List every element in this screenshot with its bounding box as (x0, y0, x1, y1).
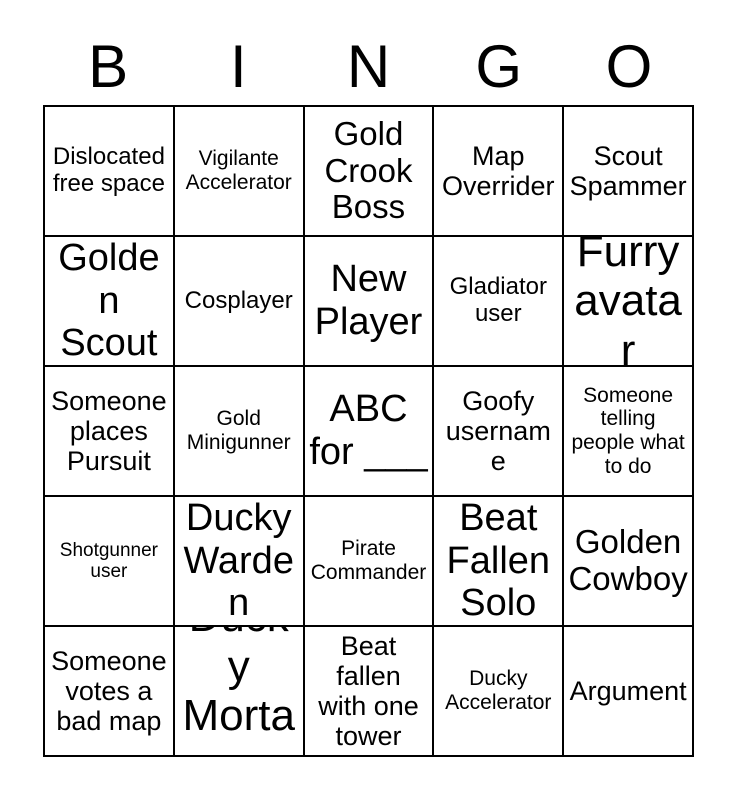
bingo-header-letter-o: O (605, 32, 653, 100)
bingo-cell-r4c3[interactable]: Pirate Commander (304, 497, 435, 627)
bingo-cell-r1c2[interactable]: Vigilante Accelerator (174, 107, 305, 237)
bingo-cell-r3c4[interactable]: Goofy username (434, 367, 565, 497)
bingo-cell-r4c2[interactable]: Ducky Warden (174, 497, 305, 627)
bingo-cell-r2c3[interactable]: New Player (304, 237, 435, 367)
bingo-cell-r5c1[interactable]: Someone votes a bad map (45, 627, 175, 757)
bingo-cell-label: Someone telling people what to do (571, 383, 685, 478)
bingo-cell-label: Gladiator user (449, 273, 547, 327)
bingo-cell-r5c3[interactable]: Beat fallen with one tower (304, 627, 435, 757)
bingo-cell-label: Argument (569, 675, 687, 706)
bingo-cell-r3c3[interactable]: ABC for ___ (304, 367, 435, 497)
bingo-header-letter-g: G (475, 32, 523, 100)
bingo-cell-r2c2[interactable]: Cosplayer (174, 237, 305, 367)
bingo-cell-label: Someone votes a bad map (51, 645, 167, 737)
bingo-cell-r4c1[interactable]: Shotgunner user (45, 497, 175, 627)
bingo-cell-label: Ducky Mortar (182, 627, 295, 755)
bingo-cell-label: New Player (314, 258, 423, 343)
bingo-cell-r3c2[interactable]: Gold Minigunner (174, 367, 305, 497)
bingo-cell-label: Cosplayer (184, 286, 293, 314)
bingo-cell-r3c5[interactable]: Someone telling people what to do (564, 367, 694, 497)
bingo-cell-label: Beat Fallen Solo (446, 497, 551, 625)
bingo-cell-r1c4[interactable]: Map Overrider (434, 107, 565, 237)
bingo-card: B I N G O Dislocated free space Vigilante… (0, 0, 736, 800)
bingo-header-letter-i: I (229, 32, 247, 100)
bingo-cell-r2c4[interactable]: Gladiator user (434, 237, 565, 367)
bingo-cell-label: Golden Cowboy (568, 523, 688, 597)
bingo-cell-label: Goofy username (445, 385, 551, 477)
bingo-cell-r5c2[interactable]: Ducky Mortar (174, 627, 305, 757)
bingo-cell-r1c1[interactable]: Dislocated free space (45, 107, 175, 237)
bingo-cell-label: Furry avatar (574, 237, 682, 367)
bingo-cell-r2c1[interactable]: Golden Scout (45, 237, 175, 367)
bingo-header-letter-b: B (88, 32, 129, 100)
bingo-cell-label: Vigilante Accelerator (185, 147, 292, 194)
bingo-cell-label: Beat fallen with one tower (318, 630, 419, 752)
bingo-grid: Dislocated free space Vigilante Accelerat… (43, 105, 694, 757)
bingo-cell-label: Pirate Commander (310, 537, 427, 584)
bingo-cell-r4c5[interactable]: Golden Cowboy (564, 497, 694, 627)
bingo-cell-r1c5[interactable]: Scout Spammer (564, 107, 694, 237)
bingo-cell-label: Ducky Warden (183, 497, 294, 625)
bingo-cell-label: Gold Crook Boss (324, 114, 413, 226)
bingo-cell-label: Someone places Pursuit (51, 385, 167, 477)
bingo-header-row: B I N G O (43, 28, 694, 105)
bingo-cell-r1c3[interactable]: Gold Crook Boss (304, 107, 435, 237)
bingo-cell-label: Gold Minigunner (186, 407, 291, 454)
bingo-cell-label: Map Overrider (442, 140, 555, 201)
bingo-cell-r5c4[interactable]: Ducky Accelerator (434, 627, 565, 757)
bingo-cell-label: Scout Spammer (569, 140, 687, 201)
bingo-cell-label: Dislocated free space (52, 143, 165, 197)
bingo-cell-label: Ducky Accelerator (445, 667, 552, 714)
bingo-cell-r4c4[interactable]: Beat Fallen Solo (434, 497, 565, 627)
bingo-cell-r2c5[interactable]: Furry avatar (564, 237, 694, 367)
bingo-cell-label: ABC for ___ (309, 388, 428, 473)
bingo-cell-label: Golden Scout (58, 237, 160, 365)
bingo-cell-r3c1[interactable]: Someone places Pursuit (45, 367, 175, 497)
bingo-header-letter-n: N (346, 32, 391, 100)
bingo-cell-r5c5[interactable]: Argument (564, 627, 694, 757)
bingo-cell-label: Shotgunner user (59, 539, 159, 582)
